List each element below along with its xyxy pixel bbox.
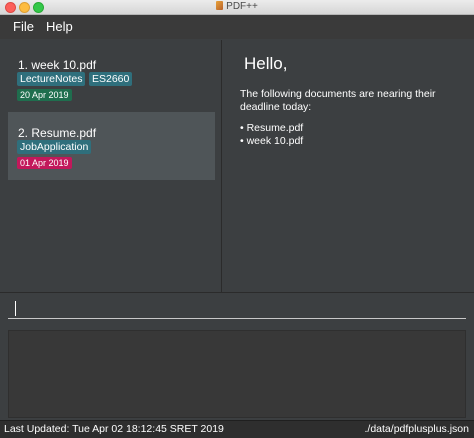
document-card-title: 2. Resume.pdf: [18, 126, 96, 140]
command-input[interactable]: [8, 299, 466, 319]
document-index: 2.: [18, 126, 29, 140]
tag-label: ES2660: [89, 72, 133, 86]
text-caret: [15, 301, 16, 316]
save-location-status: ./data/pdfplusplus.json: [364, 423, 470, 435]
command-box: [0, 293, 474, 325]
due-document-item: • week 10.pdf: [240, 135, 304, 147]
deadline-badge: 20 Apr 2019: [17, 89, 72, 101]
app-icon: [216, 1, 224, 10]
document-list-panel: 1. week 10.pdf LectureNotes ES2660 20 Ap…: [0, 40, 220, 290]
greeting-text: Hello,: [244, 54, 288, 73]
last-updated-status: Last Updated: Tue Apr 02 18:12:45 SRET 2…: [4, 423, 224, 435]
status-bar: Last Updated: Tue Apr 02 18:12:45 SRET 2…: [0, 420, 474, 438]
document-card-2[interactable]: 2. Resume.pdf JobApplication 01 Apr 2019: [8, 112, 215, 180]
document-details-panel: Hello, The following documents are neari…: [222, 40, 474, 292]
result-display[interactable]: [8, 330, 466, 418]
document-name: week 10.pdf: [31, 58, 97, 72]
window-title-bar: PDF++: [0, 0, 474, 15]
deadline-message: The following documents are nearing thei…: [240, 88, 436, 113]
document-name: Resume.pdf: [31, 126, 97, 140]
menu-bar: File Help: [0, 15, 474, 39]
menu-file[interactable]: File: [13, 18, 34, 36]
tag-label: JobApplication: [17, 140, 92, 154]
due-document-item: • Resume.pdf: [240, 122, 304, 134]
document-card-title: 1. week 10.pdf: [18, 58, 96, 72]
window-title-text: PDF++: [226, 1, 258, 12]
window-title: PDF++: [0, 1, 474, 13]
menu-help[interactable]: Help: [46, 18, 73, 36]
document-index: 1.: [18, 58, 29, 72]
document-card-1[interactable]: 1. week 10.pdf LectureNotes ES2660 20 Ap…: [8, 44, 215, 110]
deadline-badge: 01 Apr 2019: [17, 157, 72, 169]
tag-label: LectureNotes: [17, 72, 86, 86]
